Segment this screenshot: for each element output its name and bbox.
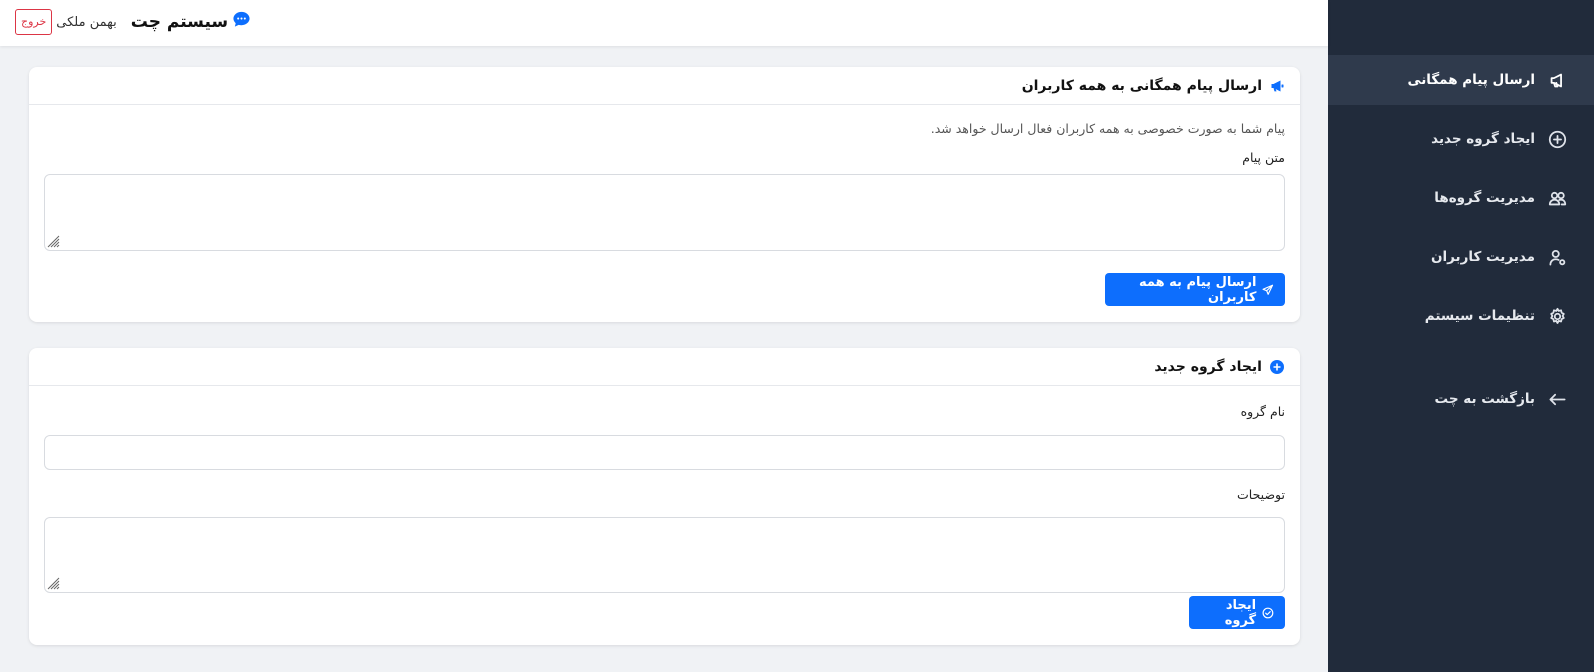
sidebar-item-manage-users[interactable]: مدیریت کاربران bbox=[1328, 232, 1594, 282]
sidebar-item-label: ایجاد گروه جدید bbox=[1431, 131, 1535, 147]
megaphone-icon bbox=[1546, 69, 1568, 91]
group-name-label: نام گروه bbox=[1240, 404, 1285, 419]
card-body: نام گروه توضیحات ایجاد گروه bbox=[29, 386, 1300, 629]
button-label: ارسال پیام به همه کاربران bbox=[1139, 274, 1257, 305]
group-description-textarea[interactable] bbox=[44, 517, 1285, 593]
group-description-label: توضیحات bbox=[1237, 487, 1285, 502]
arrow-left-icon bbox=[1546, 388, 1568, 410]
people-icon bbox=[1546, 187, 1568, 209]
resize-grip-icon[interactable] bbox=[47, 577, 60, 590]
plus-circle-icon bbox=[1546, 128, 1568, 150]
brand: سیستم چت bbox=[130, 10, 251, 32]
button-label: ایجاد گروه bbox=[1224, 597, 1257, 628]
send-icon bbox=[1262, 284, 1274, 295]
megaphone-icon bbox=[1268, 77, 1286, 95]
plus-circle-icon bbox=[1268, 358, 1286, 376]
broadcast-card: ارسال پیام همگانی به همه کاربران پیام شم… bbox=[29, 67, 1300, 322]
card-title: ایجاد گروه جدید bbox=[1154, 358, 1262, 375]
card-body: پیام شما به صورت خصوصی به همه کاربران فع… bbox=[29, 105, 1300, 306]
brand-title: سیستم چت bbox=[130, 12, 229, 32]
logout-button[interactable]: خروج bbox=[15, 9, 53, 35]
gear-icon bbox=[1546, 305, 1568, 327]
group-name-input[interactable] bbox=[44, 435, 1285, 470]
message-textarea[interactable] bbox=[44, 174, 1285, 251]
new-group-card: ایجاد گروه جدید نام گروه توضیحات ایجاد گ… bbox=[29, 348, 1300, 645]
sidebar: ارسال پیام همگانی ایجاد گروه جدید مدیریت… bbox=[1328, 0, 1594, 672]
sidebar-item-label: بازگشت به چت bbox=[1434, 391, 1535, 407]
top-bar: خروج بهمن ملکی سیستم چت bbox=[0, 0, 1328, 46]
create-group-button[interactable]: ایجاد گروه bbox=[1189, 596, 1285, 629]
check-circle-icon bbox=[1262, 607, 1274, 618]
sidebar-item-label: مدیریت کاربران bbox=[1431, 249, 1535, 265]
card-header: ارسال پیام همگانی به همه کاربران bbox=[29, 67, 1300, 105]
broadcast-description: پیام شما به صورت خصوصی به همه کاربران فع… bbox=[930, 121, 1285, 136]
card-header: ایجاد گروه جدید bbox=[29, 348, 1300, 386]
sidebar-item-new-group[interactable]: ایجاد گروه جدید bbox=[1328, 114, 1594, 164]
user-area: خروج بهمن ملکی سیستم چت bbox=[15, 9, 251, 35]
person-gear-icon bbox=[1546, 246, 1568, 268]
card-title: ارسال پیام همگانی به همه کاربران bbox=[1021, 77, 1262, 94]
username: بهمن ملکی bbox=[56, 14, 117, 30]
send-broadcast-button[interactable]: ارسال پیام به همه کاربران bbox=[1105, 273, 1285, 306]
sidebar-item-manage-groups[interactable]: مدیریت گروه‌ها bbox=[1328, 173, 1594, 223]
sidebar-item-label: مدیریت گروه‌ها bbox=[1434, 190, 1535, 206]
sidebar-item-back-to-chat[interactable]: بازگشت به چت bbox=[1328, 374, 1594, 424]
chat-dots-icon bbox=[232, 10, 251, 29]
resize-grip-icon[interactable] bbox=[47, 235, 60, 248]
sidebar-item-settings[interactable]: تنظیمات سیستم bbox=[1328, 291, 1594, 341]
sidebar-item-label: ارسال پیام همگانی bbox=[1407, 72, 1535, 88]
sidebar-item-label: تنظیمات سیستم bbox=[1424, 308, 1535, 324]
sidebar-item-broadcast[interactable]: ارسال پیام همگانی bbox=[1328, 55, 1594, 105]
message-label: متن پیام bbox=[1242, 150, 1285, 165]
